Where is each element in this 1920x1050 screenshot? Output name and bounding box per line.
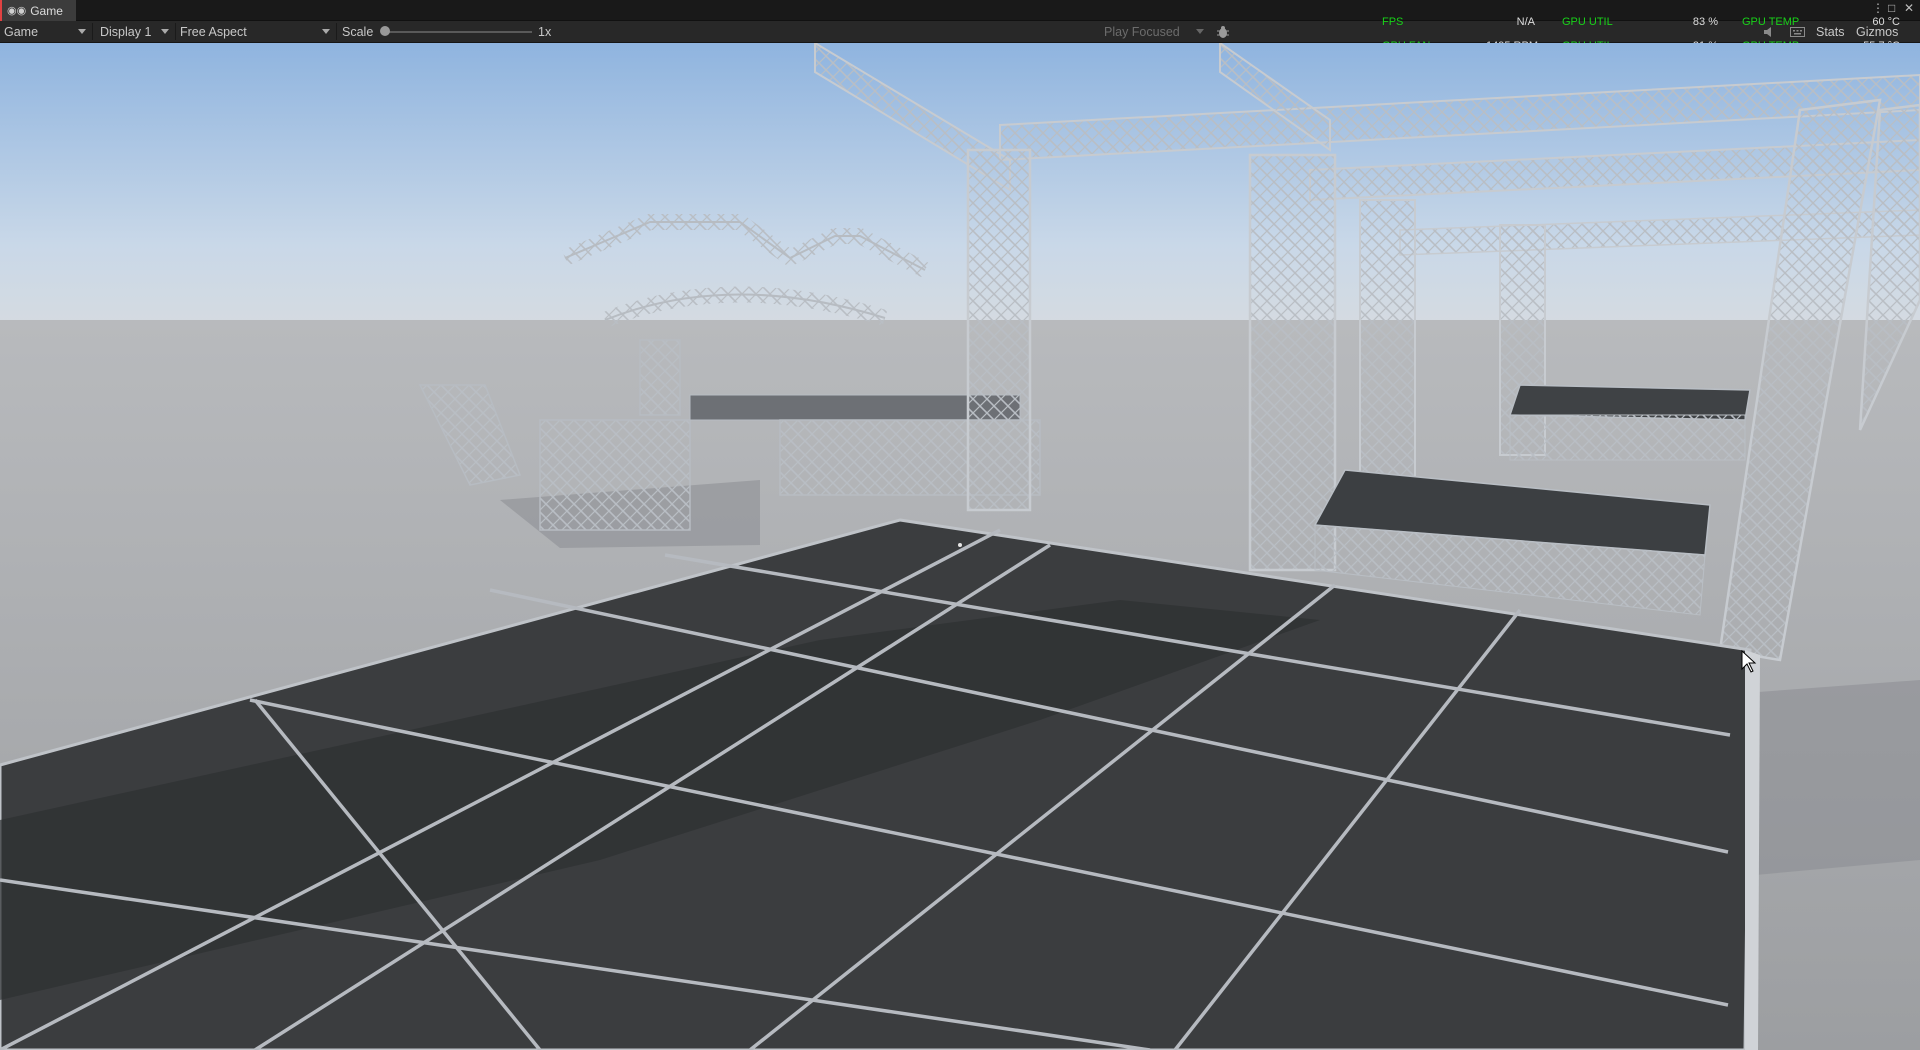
play-mode-select[interactable]: Play Focused <box>1100 21 1208 42</box>
display-select[interactable]: Display 1 <box>96 21 173 42</box>
aspect-select[interactable]: Free Aspect <box>176 21 334 42</box>
stats-button[interactable]: Stats <box>1812 21 1848 42</box>
scale-slider-handle[interactable] <box>380 26 390 36</box>
chevron-down-icon <box>161 29 169 34</box>
tab-game-label: Game <box>30 3 63 18</box>
game-window: ◉◉ Game ⋮ □ ✕ Game Display 1 Free Aspect… <box>0 0 1920 1050</box>
sky <box>0 43 1920 333</box>
scene-render <box>0 43 1920 1050</box>
scale-value: 1x <box>538 24 552 39</box>
scale-slider-track[interactable] <box>386 31 532 33</box>
chevron-down-icon <box>1196 29 1204 34</box>
view-select-value: Game <box>4 24 39 39</box>
more-options-icon[interactable]: ⋮ <box>1872 2 1884 14</box>
gpu-util-value: 83 % <box>1692 16 1718 28</box>
divider <box>336 23 337 40</box>
gpu-temp-value: 60 °C <box>1872 16 1900 28</box>
tab-bar: ◉◉ Game ⋮ □ ✕ <box>0 0 1920 21</box>
fps-value: N/A <box>1516 16 1535 28</box>
game-viewport[interactable] <box>0 43 1920 1050</box>
scale-label: Scale <box>342 24 374 39</box>
close-icon[interactable]: ✕ <box>1904 2 1914 14</box>
gpu-temp-label: GPU TEMP <box>1742 16 1800 28</box>
crosshair-dot <box>958 543 962 547</box>
fps-label: FPS <box>1382 16 1404 28</box>
gpu-util-label: GPU UTIL <box>1562 16 1613 28</box>
view-select[interactable]: Game <box>0 21 90 42</box>
bug-icon[interactable] <box>1212 21 1234 42</box>
aspect-select-value: Free Aspect <box>180 24 247 39</box>
tab-game[interactable]: ◉◉ Game <box>0 0 76 21</box>
gamepad-icon: ◉◉ <box>7 5 27 17</box>
display-select-value: Display 1 <box>100 24 152 39</box>
divider <box>92 23 93 40</box>
game-toolbar: Game Display 1 Free Aspect Scale 1x Play… <box>0 21 1920 43</box>
maximize-icon[interactable]: □ <box>1888 2 1895 14</box>
play-mode-value: Play Focused <box>1104 24 1180 39</box>
chevron-down-icon <box>78 29 86 34</box>
chevron-down-icon <box>322 29 330 34</box>
